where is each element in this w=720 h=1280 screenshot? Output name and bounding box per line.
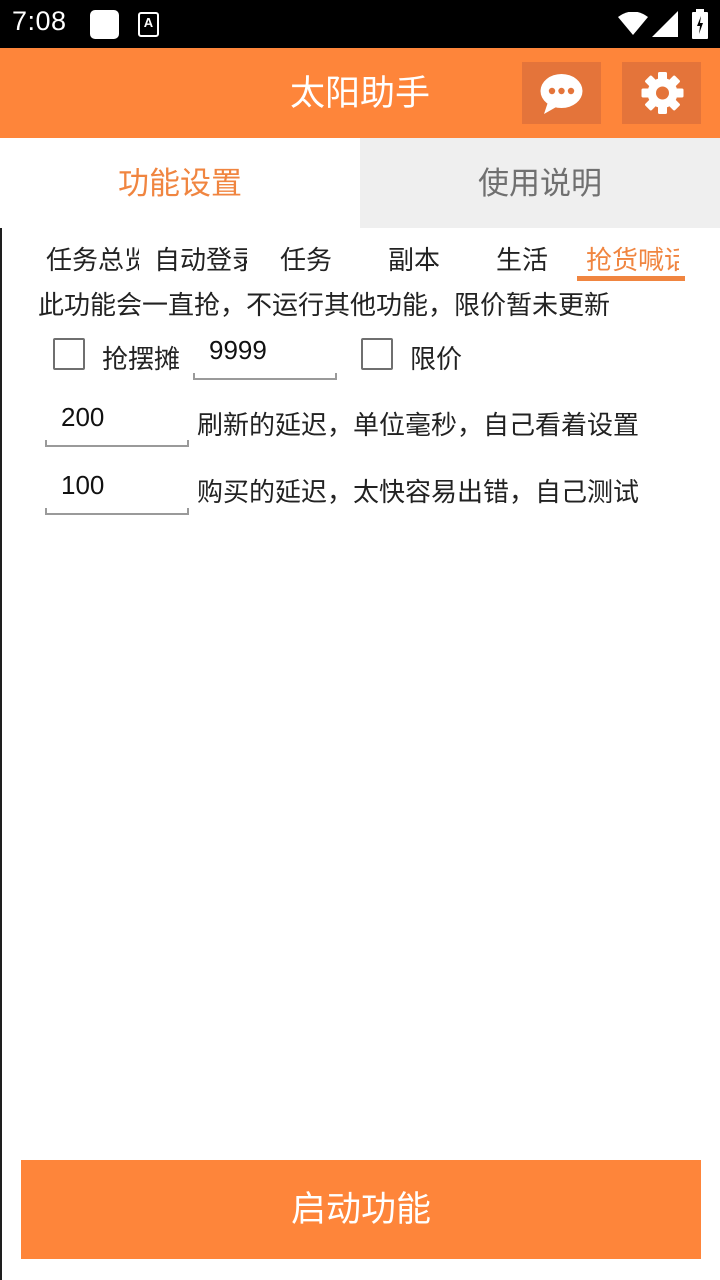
input-underline-tick <box>187 508 189 515</box>
input-underline-tick <box>187 440 189 447</box>
grab-stall-label: 抢摆摊 <box>102 345 181 375</box>
feature-notice: 此功能会一直抢，不运行其他功能，限价暂未更新 <box>38 291 611 321</box>
subtab-task-overview[interactable]: 任务总览 <box>46 240 139 277</box>
buy-delay-input[interactable]: 100 <box>45 470 189 515</box>
app-title: 太阳助手 <box>289 74 430 114</box>
chat-bubble-icon <box>540 74 583 114</box>
refresh-delay-input[interactable]: 200 <box>45 402 189 447</box>
input-underline-tick <box>45 440 47 447</box>
accessibility-icon: A <box>138 12 159 37</box>
input-underline <box>193 378 337 380</box>
chat-button[interactable] <box>522 62 601 124</box>
start-function-button[interactable]: 启动功能 <box>21 1160 701 1259</box>
notification-square-icon <box>90 10 119 39</box>
subtab-life[interactable]: 生活 <box>496 240 548 277</box>
input-underline-tick <box>335 373 337 380</box>
limit-price-checkbox[interactable] <box>361 338 393 370</box>
input-underline-tick <box>193 373 195 380</box>
signal-icon <box>652 11 678 37</box>
main-tabs: 功能设置 使用说明 <box>0 138 720 228</box>
input-underline-tick <box>45 508 47 515</box>
refresh-delay-value: 200 <box>61 402 105 432</box>
status-time: 7:08 <box>12 6 67 36</box>
app-bar: 太阳助手 <box>0 48 720 138</box>
left-edge-divider <box>0 138 2 1280</box>
subtab-dungeon[interactable]: 副本 <box>388 240 440 277</box>
input-underline <box>45 513 189 515</box>
status-bar: 7:08 A <box>0 0 720 48</box>
subtab-indicator <box>577 276 685 281</box>
buy-delay-value: 100 <box>61 470 105 500</box>
subtab-grab-shout[interactable]: 抢货喊话 <box>586 240 679 277</box>
input-underline <box>45 445 189 447</box>
refresh-delay-description: 刷新的延迟，单位毫秒，自己看着设置 <box>197 411 640 441</box>
subtab-tasks[interactable]: 任务 <box>280 240 332 277</box>
settings-button[interactable] <box>622 62 701 124</box>
buy-delay-description: 购买的延迟，太快容易出错，自己测试 <box>197 478 640 508</box>
gear-icon <box>641 72 684 114</box>
grab-stall-amount-value: 9999 <box>209 335 267 365</box>
tab-instructions[interactable]: 使用说明 <box>360 138 720 228</box>
grab-stall-checkbox[interactable] <box>53 338 85 370</box>
limit-price-label: 限价 <box>410 345 463 375</box>
subtab-auto-login[interactable]: 自动登录 <box>154 240 247 277</box>
battery-icon <box>692 9 708 39</box>
tab-function-settings[interactable]: 功能设置 <box>0 138 360 228</box>
grab-stall-amount-input[interactable]: 9999 <box>193 335 337 380</box>
wifi-icon <box>618 12 648 35</box>
